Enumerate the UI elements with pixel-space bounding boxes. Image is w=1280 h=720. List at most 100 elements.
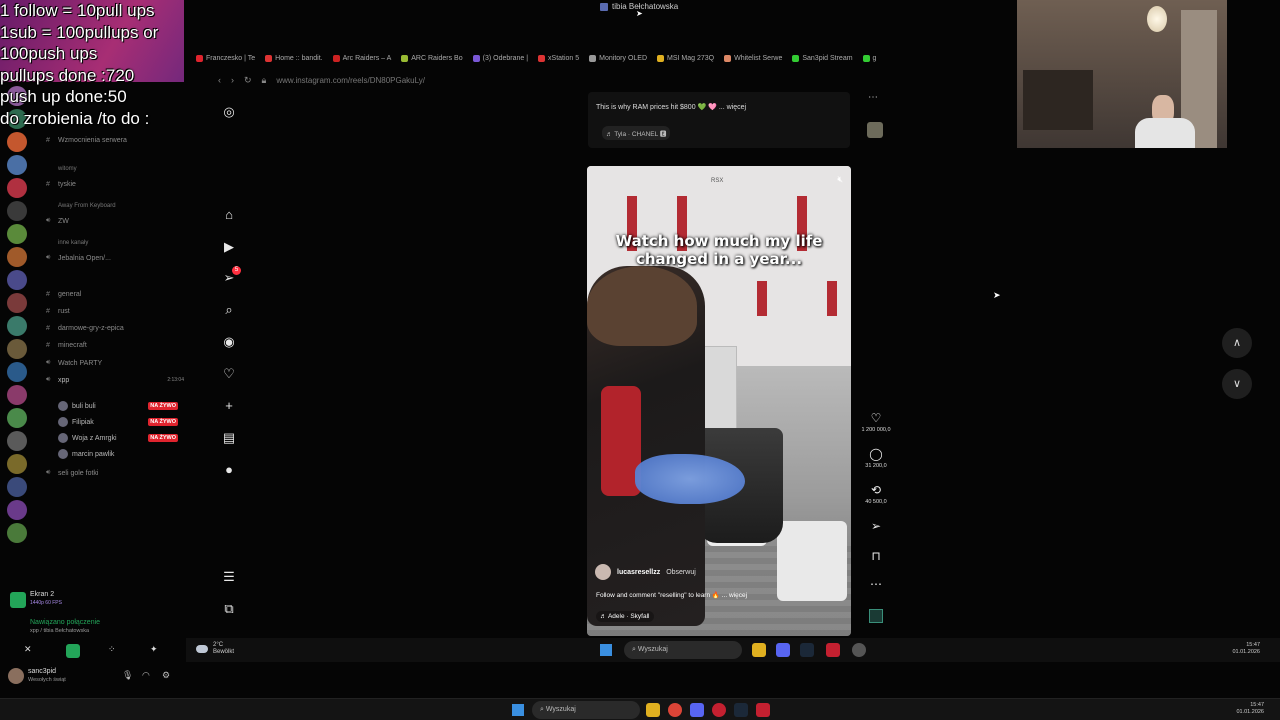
comment-icon[interactable]: ◯ [858, 447, 894, 461]
text-channel[interactable]: # darmowe-gry-z-epica [46, 325, 192, 332]
text-channel[interactable]: # general [46, 291, 192, 298]
create-icon[interactable]: + [220, 398, 238, 414]
server-icon[interactable] [7, 224, 27, 244]
search-icon[interactable]: ⌕ [220, 302, 238, 318]
home-icon[interactable]: ⌂ [220, 207, 238, 223]
server-icon[interactable] [7, 178, 27, 198]
reel-author[interactable]: lucasresellzz Obserwuj [595, 564, 696, 580]
bookmark-item[interactable]: Arc Raiders – A [332, 54, 391, 62]
screen-share-button[interactable] [66, 644, 80, 658]
voice-member[interactable]: marcin pawlik [58, 449, 184, 459]
url-text[interactable]: www.instagram.com/reels/DN80PGakuLy/ [276, 76, 425, 85]
channel-category[interactable]: Away From Keyboard [46, 203, 192, 209]
app-icon[interactable] [712, 703, 726, 717]
menu-icon[interactable]: ☰ [220, 569, 238, 585]
bookmark-item[interactable]: xStation 5 [538, 54, 579, 62]
server-icon[interactable] [7, 316, 27, 336]
back-icon[interactable]: ‹ [218, 75, 221, 85]
like-action[interactable]: ♡ 1 200 000,0 [858, 411, 894, 433]
server-icon[interactable] [7, 270, 27, 290]
bookmark-item[interactable]: ARC Raiders Bo [401, 54, 463, 62]
server-icon[interactable] [7, 155, 27, 175]
text-channel[interactable]: # Wzmocnienia serwera [46, 137, 192, 144]
repost-icon[interactable]: ⟲ [858, 483, 894, 497]
bookmark-icon[interactable]: ⊓ [858, 549, 894, 563]
weather-widget[interactable]: 2°C Bewölkt [196, 642, 234, 656]
voice-channel[interactable]: 🔊︎ Watch PARTY [46, 359, 192, 367]
forward-icon[interactable]: › [231, 75, 234, 85]
bookmark-item[interactable]: Franczesko | Te [196, 54, 255, 62]
steam-icon[interactable] [734, 703, 748, 717]
save-action[interactable]: ⊓ [858, 549, 894, 563]
app-icon[interactable] [756, 703, 770, 717]
audio-thumb-action[interactable] [858, 609, 894, 623]
text-channel[interactable]: # minecraft [46, 342, 192, 349]
server-icon[interactable] [7, 431, 27, 451]
more-icon[interactable]: ⋯ [858, 577, 894, 591]
voice-member[interactable]: Filipiak NA ŻYWO [58, 417, 184, 427]
discord-icon[interactable] [690, 703, 704, 717]
windows-start-icon[interactable] [600, 644, 612, 656]
system-clock[interactable]: 15:47 01.01.2026 [1232, 642, 1260, 656]
heart-icon[interactable]: ♡ [220, 366, 238, 382]
discord-icon[interactable] [776, 643, 790, 657]
voice-member[interactable]: Woja z Amrgki NA ŻYWO [58, 433, 184, 443]
bookmark-item[interactable]: (3) Odebrane | [472, 54, 528, 62]
server-icon[interactable] [7, 385, 27, 405]
voice-channel[interactable]: 🔊︎ xpp 2:13:04 [46, 376, 192, 384]
system-clock[interactable]: 15:47 01.01.2026 [1236, 702, 1264, 716]
messages-icon[interactable]: ➢ 5 [220, 266, 241, 286]
server-icon[interactable] [7, 500, 27, 520]
settings-icon[interactable]: ⚙ [162, 670, 170, 681]
repost-action[interactable]: ⟲ 40 500,0 [858, 483, 894, 505]
file-explorer-icon[interactable] [646, 703, 660, 717]
voice-channel[interactable]: 🔊︎ seli gole fotki [46, 469, 192, 477]
server-icon[interactable] [7, 523, 27, 543]
windows-start-icon[interactable] [512, 704, 524, 716]
prev-reel-audio[interactable]: ♬ Tyla · CHANEL 🅴 [602, 126, 671, 140]
server-icon[interactable] [7, 201, 27, 221]
avatar[interactable] [8, 668, 24, 684]
server-icon[interactable] [7, 477, 27, 497]
explore-icon[interactable]: ◉ [220, 334, 238, 350]
settings-icon[interactable] [852, 643, 866, 657]
server-icon[interactable] [7, 247, 27, 267]
more-action[interactable]: ⋯ [858, 577, 894, 591]
soundboard-icon[interactable]: ✦ [150, 644, 158, 655]
share-action[interactable]: ➢ [858, 519, 894, 533]
taskbar-search[interactable]: ⌕ Wyszukaj [624, 641, 742, 659]
server-icon[interactable] [7, 408, 27, 428]
send-icon[interactable]: ➢ [858, 519, 894, 533]
heart-icon[interactable]: ♡ [858, 411, 894, 425]
server-icon[interactable] [7, 362, 27, 382]
chrome-icon[interactable] [668, 703, 682, 717]
previous-reel[interactable]: This is why RAM prices hit $800 💚 🩷 ... … [588, 92, 850, 148]
address-bar[interactable]: ‹ › ↻ 🔒︎ www.instagram.com/reels/DN80PGa… [210, 72, 1016, 88]
follow-button[interactable]: Obserwuj [666, 569, 696, 576]
reel-audio[interactable]: ♬ Adele · Skyfall [596, 611, 654, 622]
server-icon[interactable] [7, 454, 27, 474]
previous-reel-button[interactable]: ∧ [1222, 328, 1252, 358]
reload-icon[interactable]: ↻ [244, 75, 252, 86]
next-reel-button[interactable]: ∨ [1222, 369, 1252, 399]
profile-icon[interactable]: ● [220, 462, 238, 478]
activities-icon[interactable]: ⁘ [108, 644, 116, 655]
voice-member[interactable]: buli buli NA ŻYWO [58, 401, 184, 411]
bookmark-item[interactable]: Monitory OLED [589, 54, 647, 62]
audio-thumb[interactable] [869, 609, 883, 623]
camera-off-icon[interactable]: ✕ [24, 644, 40, 658]
reel-video[interactable]: RSX 🔇︎ Watch how much my life changed in… [587, 166, 851, 636]
text-channel[interactable]: # tyskie [46, 181, 192, 188]
server-icon[interactable] [7, 132, 27, 152]
voice-channel[interactable]: 🔊︎ ZW [46, 217, 192, 225]
channel-category[interactable]: witomy [46, 166, 192, 172]
reels-icon[interactable]: ▶ [220, 239, 238, 255]
prev-audio-thumb[interactable] [867, 122, 883, 138]
voice-channel[interactable]: 🔊︎ Jebalnia Open/... [46, 254, 192, 262]
bookmark-item[interactable]: g [862, 54, 876, 62]
instagram-logo-icon[interactable]: ◎ [220, 104, 238, 120]
mic-icon[interactable]: 🎙︎ [122, 670, 133, 681]
steam-icon[interactable] [800, 643, 814, 657]
author-username[interactable]: lucasresellzz [617, 569, 660, 576]
server-icon[interactable] [7, 293, 27, 313]
